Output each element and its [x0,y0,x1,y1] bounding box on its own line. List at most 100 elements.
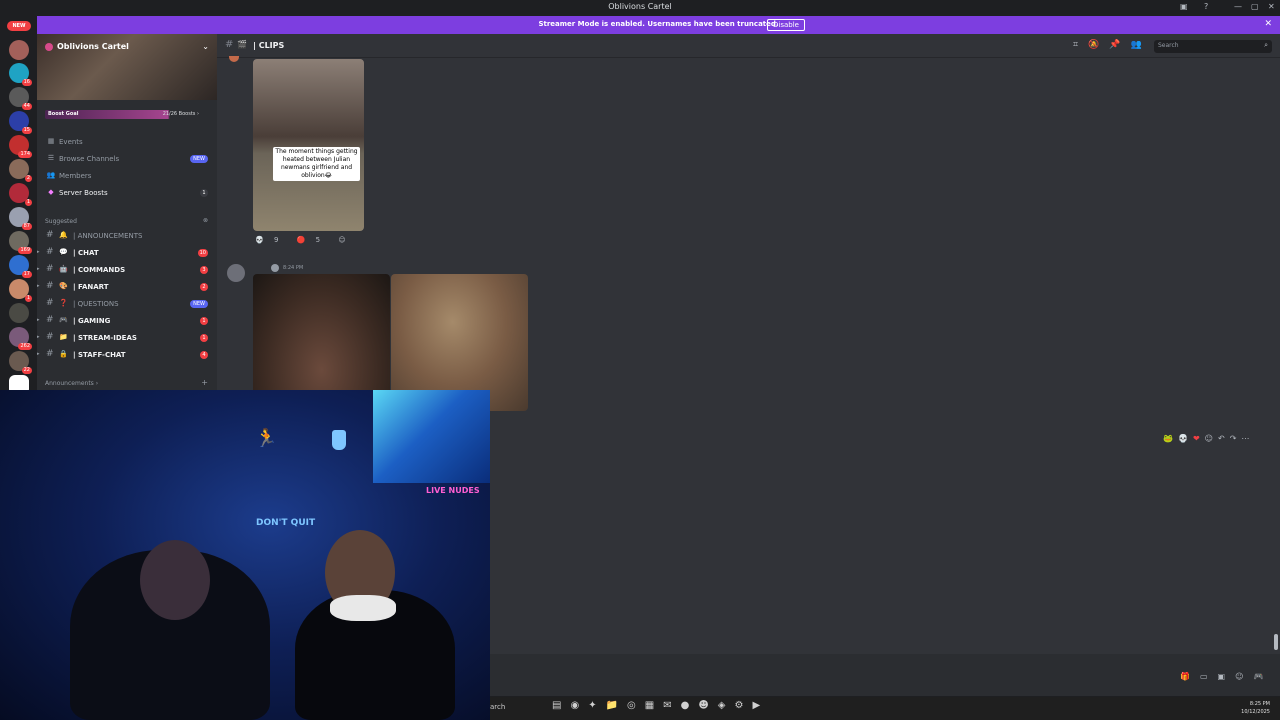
game-icon[interactable]: ◈ [718,700,726,711]
channel-emoji: 🎨 [59,282,68,290]
reaction-red[interactable]: 🔴 5 [297,236,328,244]
channel-name: | COMMANDS [73,266,126,274]
message-composer[interactable]: 🎁 ▭ ▣ ☺ 🎮 [490,654,1280,696]
close-button[interactable]: ✕ [1268,2,1275,11]
channel-announcements[interactable]: # 🔔 | ANNOUNCEMENTS [37,229,217,244]
server-icon[interactable] [9,40,29,60]
chrome-icon[interactable]: ◎ [627,700,636,711]
channel-staff-chat[interactable]: ▸ # 🔒 | STAFF-CHAT 4 [37,348,217,363]
gift-icon[interactable]: 🎁 [1180,672,1190,681]
channel-chat[interactable]: ▸ # 💬 | CHAT 10 [37,246,217,261]
apps-icon[interactable]: 🎮 [1253,672,1263,681]
inbox-icon[interactable]: ▣ [1180,2,1188,11]
boost-goal-bar[interactable]: Boost Goal 21/26 Boosts › [45,110,209,119]
reaction-skull[interactable]: 💀 9 [255,236,286,244]
clip-image[interactable]: The moment things getting heated between… [253,59,364,231]
channel-name: | QUESTIONS [73,300,119,308]
avatar[interactable] [227,264,245,282]
server-icon[interactable]: 174 [9,135,32,158]
emoji-icon[interactable]: ☺ [1235,672,1243,681]
close-banner-icon[interactable]: ✕ [1264,19,1272,29]
channel-sidebar: Oblivions Cartel ⌄ Boost Goal 21/26 Boos… [37,34,217,390]
add-channel-icon[interactable]: + [201,378,208,387]
media-icon[interactable]: ▶ [752,700,760,711]
frog-icon[interactable]: 🐸 [1163,434,1173,443]
mention-badge: 1 [200,317,208,325]
channel-gaming[interactable]: ▸ # 🎮 | GAMING 1 [37,314,217,329]
server-icon[interactable] [9,303,29,323]
mute-icon[interactable]: 🔕 [1088,40,1099,50]
taskbar-clock[interactable]: 8:25 PM 10/12/2025 [1241,700,1270,716]
server-name[interactable]: Oblivions Cartel [45,42,129,51]
sidebar-item-members[interactable]: 👥 Members [37,169,217,184]
edge-icon[interactable]: ◉ [570,700,579,711]
boost-goal-label: Boost Goal [48,111,79,117]
header-toolbar: ⌗ 🔕 📌 👥 [1073,40,1152,50]
taskview-icon[interactable]: ▤ [552,700,561,711]
member-list-icon[interactable]: 👥 [1131,40,1142,50]
heart-icon[interactable]: ❤ [1193,434,1200,443]
outlook-icon[interactable]: ✉ [663,700,671,711]
server-icon[interactable]: 2 [9,159,32,182]
copilot-icon[interactable]: ✦ [588,700,596,711]
more-icon[interactable]: ⋯ [1241,434,1249,443]
discord-icon[interactable]: ☻ [698,700,708,711]
channel-questions[interactable]: # ❓ | QUESTIONS NEW [37,297,217,312]
server-icon[interactable]: 44 [9,87,32,110]
streamer-left-head [140,540,210,620]
sidebar-item-browse-channels[interactable]: ☰ Browse Channels NEW [37,152,217,167]
server-icon[interactable]: 15 [9,111,32,134]
disable-streamer-mode-button[interactable]: Disable [767,19,805,31]
help-icon[interactable]: ? [1204,2,1208,11]
avatar[interactable] [229,56,239,62]
server-icon[interactable]: 1 [9,279,32,302]
scrollbar[interactable] [1274,634,1278,650]
add-reaction-button[interactable]: ☺ [338,236,353,244]
sidebar-item-events[interactable]: ▦ Events [37,135,217,150]
red-circle-icon: 🔴 [296,236,306,244]
channel-emoji: 🔒 [59,350,68,358]
server-icon[interactable]: 16 [9,63,32,86]
message-hover-toolbar: 🐸 💀 ❤ ☺ ↶ ↷ ⋯ [1163,434,1254,443]
hash-icon: # [46,298,54,308]
maximize-button[interactable]: ▢ [1251,2,1259,11]
category-announcements[interactable]: Announcements › [45,380,98,387]
close-icon[interactable]: ⊗ [203,217,208,224]
server-icon[interactable]: 22 [9,351,32,374]
server-badge: 15 [21,127,32,134]
reply-icon[interactable]: ↶ [1218,434,1225,443]
add-reaction-icon[interactable]: ☺ [1205,434,1213,443]
sidebar-item-server-boosts[interactable]: ◆ Server Boosts 1 [37,186,217,201]
gif-icon[interactable]: ▭ [1200,672,1208,681]
store-icon[interactable]: ▦ [645,700,654,711]
forward-icon[interactable]: ↷ [1230,434,1237,443]
boost-icon: ◆ [48,188,54,196]
search-input[interactable]: Search ⌕ [1154,40,1272,53]
server-icon[interactable]: 87 [9,207,32,230]
spotify-icon[interactable]: ● [681,700,690,711]
taskbar-search[interactable]: arch [490,703,505,711]
hash-icon: # [46,247,54,257]
channel-fanart[interactable]: ▸ # 🎨 | FANART 2 [37,280,217,295]
sticker-icon[interactable]: ▣ [1218,672,1226,681]
mention-badge: 3 [200,266,208,274]
server-badge: 1 [24,295,32,302]
hash-icon: # [46,332,54,342]
chevron-down-icon[interactable]: ⌄ [202,42,209,51]
channel-header: # 🎬 | CLIPS ⌗ 🔕 📌 👥 Search ⌕ [217,34,1280,58]
server-badge: 174 [18,151,32,158]
threads-icon[interactable]: ⌗ [1073,40,1078,50]
pin-icon[interactable]: 📌 [1109,40,1120,50]
server-icon[interactable]: 262 [9,327,32,350]
steam-icon[interactable]: ⚙ [734,700,743,711]
minimize-button[interactable]: — [1234,2,1242,11]
folder-icon[interactable]: 📁 [606,700,618,711]
channel-stream-ideas[interactable]: ▸ # 📁 | STREAM-IDEAS 1 [37,331,217,346]
skull-icon[interactable]: 💀 [1178,434,1188,443]
channel-emoji: 📁 [59,333,68,341]
server-icon[interactable]: 1 [9,183,32,206]
server-icon[interactable]: 169 [9,231,32,254]
channel-emoji: 🔔 [59,231,68,239]
server-icon[interactable]: 17 [9,255,32,278]
channel-commands[interactable]: ▸ # 🤖 | COMMANDS 3 [37,263,217,278]
